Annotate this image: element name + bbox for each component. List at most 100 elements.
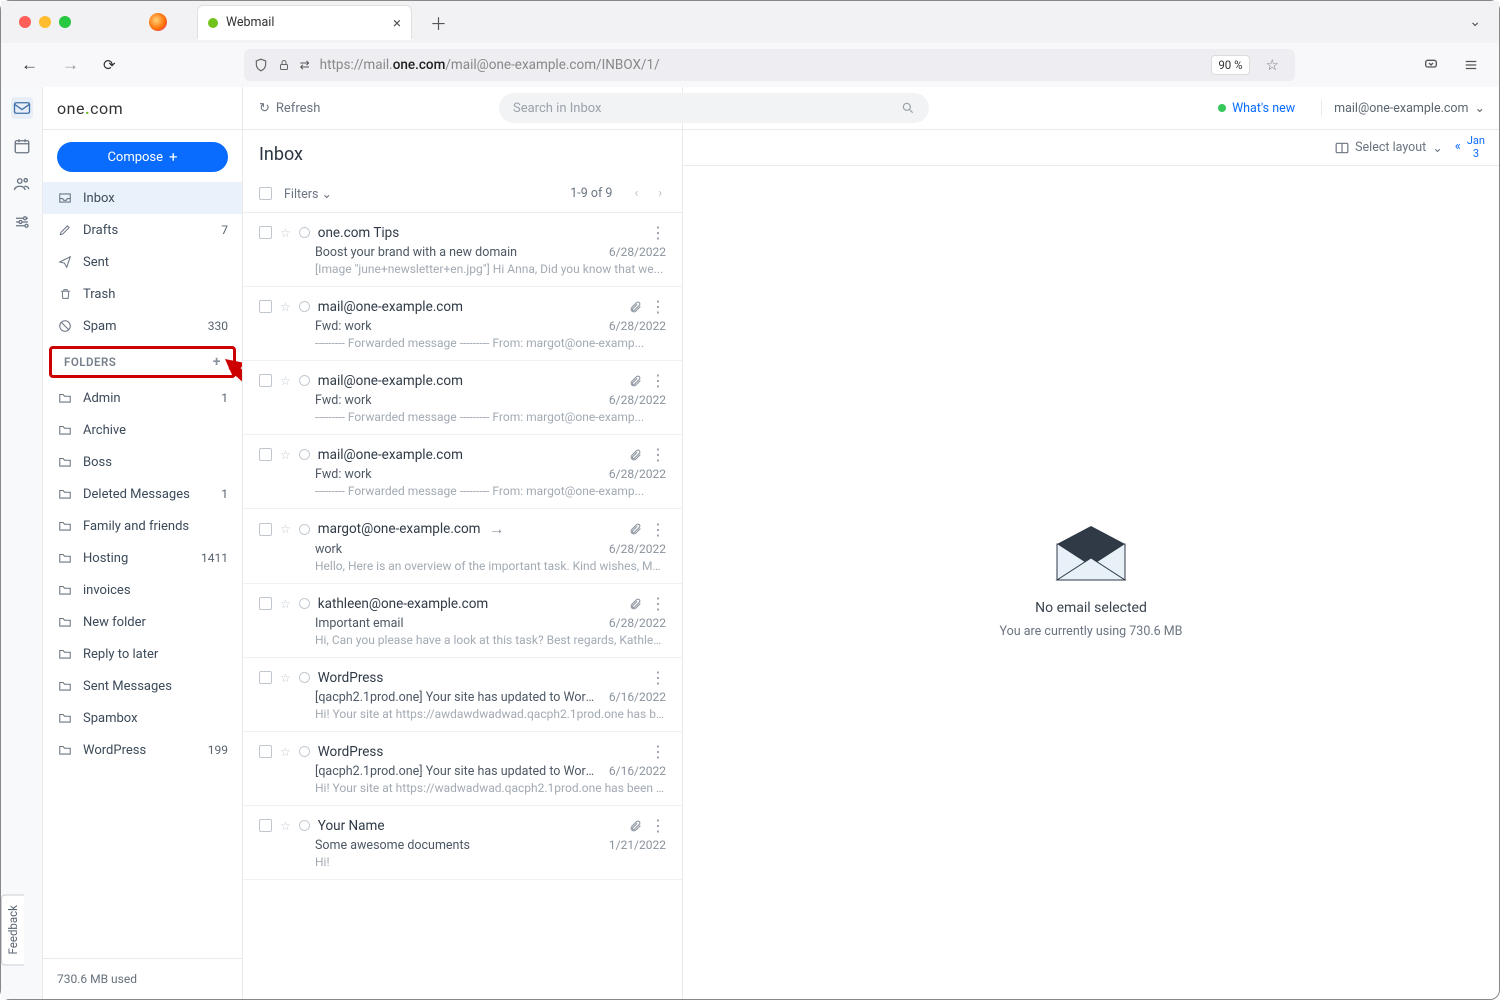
pocket-icon[interactable]: [1417, 57, 1445, 73]
rail-mail-icon[interactable]: [11, 97, 33, 119]
message-sender: Your Name: [318, 818, 385, 834]
star-icon[interactable]: ☆: [280, 819, 291, 833]
read-status-icon[interactable]: [299, 301, 310, 312]
folder-drafts[interactable]: Drafts7: [43, 214, 242, 246]
message-item[interactable]: ☆ Your Name ⋮ Some awesome documents 1/2…: [243, 806, 682, 880]
new-tab-button[interactable]: ＋: [420, 10, 457, 35]
select-all-checkbox[interactable]: [259, 187, 272, 200]
forward-button[interactable]: →: [56, 55, 85, 75]
message-menu-icon[interactable]: ⋮: [650, 297, 666, 316]
folder-label: Inbox: [83, 191, 115, 206]
search-input[interactable]: Search in Inbox: [499, 93, 929, 123]
message-menu-icon[interactable]: ⋮: [650, 594, 666, 613]
folder-family-and-friends[interactable]: Family and friends: [43, 510, 242, 542]
account-menu[interactable]: mail@one-example.com ⌄: [1321, 100, 1485, 116]
select-layout-button[interactable]: Select layout ⌄: [1335, 140, 1443, 156]
star-icon[interactable]: ☆: [280, 448, 291, 462]
star-icon[interactable]: ☆: [280, 522, 291, 536]
star-icon[interactable]: ☆: [280, 374, 291, 388]
message-menu-icon[interactable]: ⋮: [650, 816, 666, 835]
compose-button[interactable]: Compose +: [57, 142, 228, 172]
rail-calendar-icon[interactable]: [11, 135, 33, 157]
message-checkbox[interactable]: [259, 374, 272, 387]
message-item[interactable]: ☆ mail@one-example.com ⋮ Fwd: work 6/28/…: [243, 361, 682, 435]
star-icon[interactable]: ☆: [280, 300, 291, 314]
message-menu-icon[interactable]: ⋮: [650, 445, 666, 464]
annotation-arrow-icon: [225, 359, 242, 403]
back-button[interactable]: ←: [15, 55, 44, 75]
message-subject: work: [315, 542, 601, 557]
message-menu-icon[interactable]: ⋮: [650, 371, 666, 390]
folder-trash[interactable]: Trash: [43, 278, 242, 310]
read-status-icon[interactable]: [299, 746, 310, 757]
folder-sent[interactable]: Sent: [43, 246, 242, 278]
folder-spambox[interactable]: Spambox: [43, 702, 242, 734]
message-checkbox[interactable]: [259, 523, 272, 536]
message-item[interactable]: ☆ WordPress ⋮ [qacph2.1prod.one] Your si…: [243, 732, 682, 806]
read-status-icon[interactable]: [299, 449, 310, 460]
rail-settings-icon[interactable]: [11, 211, 33, 233]
zoom-indicator[interactable]: 90 %: [1211, 55, 1249, 75]
message-checkbox[interactable]: [259, 300, 272, 313]
read-status-icon[interactable]: [299, 227, 310, 238]
message-item[interactable]: ☆ WordPress ⋮ [qacph2.1prod.one] Your si…: [243, 658, 682, 732]
folder-archive[interactable]: Archive: [43, 414, 242, 446]
url-box[interactable]: ⇄ https://mail.one.com/mail@one-example.…: [244, 49, 1295, 81]
message-menu-icon[interactable]: ⋮: [650, 520, 666, 539]
folder-wordpress[interactable]: WordPress199: [43, 734, 242, 766]
message-menu-icon[interactable]: ⋮: [650, 668, 666, 687]
filters-button[interactable]: Filters ⌄: [284, 186, 332, 202]
reload-button[interactable]: ⟳: [97, 56, 122, 74]
message-checkbox[interactable]: [259, 226, 272, 239]
message-item[interactable]: ☆ mail@one-example.com ⋮ Fwd: work 6/28/…: [243, 435, 682, 509]
folder-reply-to-later[interactable]: Reply to later: [43, 638, 242, 670]
browser-tab[interactable]: Webmail ×: [197, 5, 412, 39]
folder-new-folder[interactable]: New folder: [43, 606, 242, 638]
folder-deleted-messages[interactable]: Deleted Messages1: [43, 478, 242, 510]
hamburger-menu-icon[interactable]: [1457, 58, 1485, 72]
read-status-icon[interactable]: [299, 820, 310, 831]
rail-contacts-icon[interactable]: [11, 173, 33, 195]
prev-page-button[interactable]: ‹: [630, 186, 642, 201]
tab-close-button[interactable]: ×: [393, 14, 401, 32]
folder-invoices[interactable]: invoices: [43, 574, 242, 606]
message-item[interactable]: ☆ one.com Tips ⋮ Boost your brand with a…: [243, 213, 682, 287]
star-icon[interactable]: ☆: [280, 597, 291, 611]
read-status-icon[interactable]: [299, 672, 310, 683]
message-menu-icon[interactable]: ⋮: [650, 742, 666, 761]
read-status-icon[interactable]: [299, 598, 310, 609]
message-menu-icon[interactable]: ⋮: [650, 223, 666, 242]
tabs-chevron-icon[interactable]: ⌄: [1469, 14, 1481, 30]
folder-hosting[interactable]: Hosting1411: [43, 542, 242, 574]
message-item[interactable]: ☆ mail@one-example.com ⋮ Fwd: work 6/28/…: [243, 287, 682, 361]
star-icon[interactable]: ☆: [280, 671, 291, 685]
toolbar: ↻ Refresh Search in Inbox: [243, 87, 682, 130]
message-item[interactable]: ☆ margot@one-example.com → ⋮ work 6/28/2…: [243, 509, 682, 584]
folder-inbox[interactable]: Inbox: [43, 182, 242, 214]
folder-admin[interactable]: Admin1: [43, 382, 242, 414]
star-icon[interactable]: ☆: [280, 745, 291, 759]
folder-boss[interactable]: Boss: [43, 446, 242, 478]
message-checkbox[interactable]: [259, 745, 272, 758]
read-status-icon[interactable]: [299, 375, 310, 386]
bookmark-star-icon[interactable]: ☆: [1260, 56, 1285, 74]
refresh-button[interactable]: ↻ Refresh: [259, 101, 320, 116]
message-item[interactable]: ☆ kathleen@one-example.com ⋮ Important e…: [243, 584, 682, 658]
next-page-button[interactable]: ›: [654, 186, 666, 201]
message-checkbox[interactable]: [259, 597, 272, 610]
star-icon[interactable]: ☆: [280, 226, 291, 240]
minimize-window-button[interactable]: [39, 16, 51, 28]
close-window-button[interactable]: [19, 16, 31, 28]
read-status-icon[interactable]: [299, 524, 310, 535]
whats-new-link[interactable]: What's new: [1218, 101, 1295, 116]
add-folder-button[interactable]: +: [213, 354, 221, 370]
folders-section-header[interactable]: FOLDERS+: [49, 346, 236, 378]
maximize-window-button[interactable]: [59, 16, 71, 28]
date-nav[interactable]: « Jan 3: [1455, 135, 1485, 159]
message-checkbox[interactable]: [259, 448, 272, 461]
feedback-tab[interactable]: Feedback: [1, 894, 24, 965]
folder-sent-messages[interactable]: Sent Messages: [43, 670, 242, 702]
folder-spam[interactable]: Spam330: [43, 310, 242, 342]
message-checkbox[interactable]: [259, 819, 272, 832]
message-checkbox[interactable]: [259, 671, 272, 684]
